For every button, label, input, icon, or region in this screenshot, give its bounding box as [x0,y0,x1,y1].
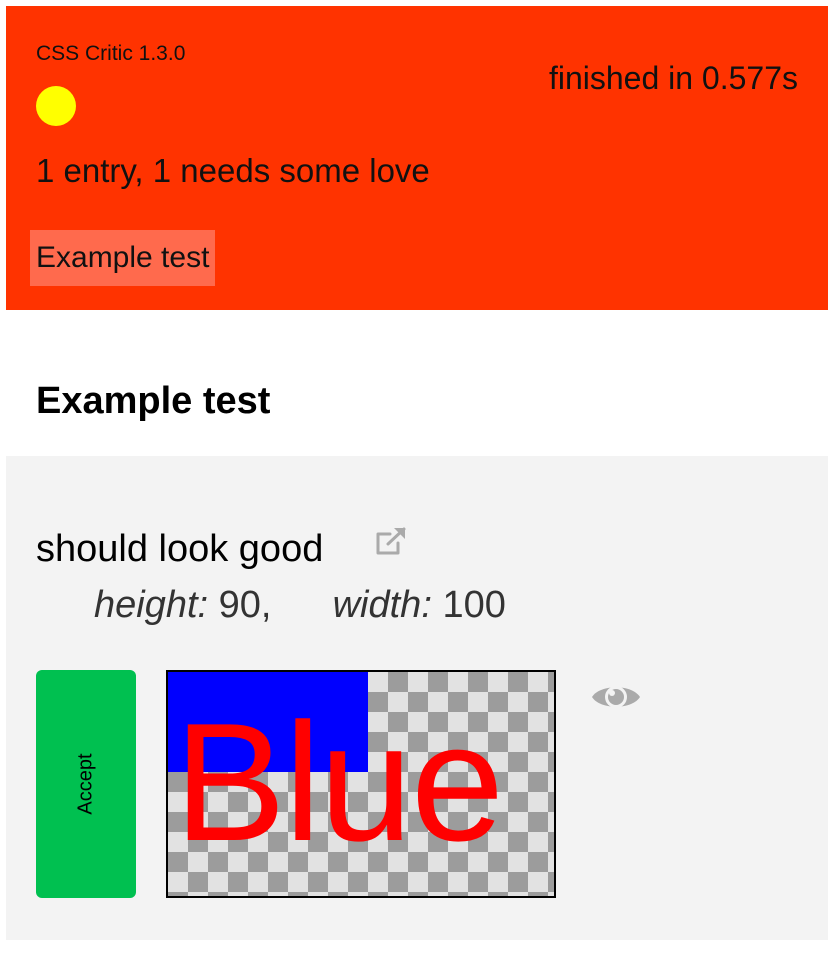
app-title: CSS Critic 1.3.0 [36,42,186,65]
eye-icon[interactable] [590,680,642,714]
external-link-icon[interactable] [374,526,408,556]
test-panel: should look good height: 90, width: 100 … [6,456,828,940]
entry-link-example-test[interactable]: Example test [30,230,216,286]
accept-button[interactable]: Accept [36,670,136,898]
section-title: Example test [36,380,271,422]
render-text: Blue [174,688,504,876]
results-header: CSS Critic 1.3.0 finished in 0.577s 1 en… [6,6,828,310]
width-label: width: [332,584,432,626]
height-label: height: [94,584,209,626]
finished-time: finished in 0.577s [548,60,798,96]
height-value: 90, [218,584,272,626]
dimensions: height: 90, width: 100 [94,584,506,627]
summary-text: 1 entry, 1 needs some love [36,152,430,189]
width-value: 100 [442,584,506,626]
accept-label: Accept [74,753,97,815]
status-indicator [36,86,76,126]
test-name: should look good [36,528,324,570]
rendered-page-image: Blue [166,670,556,898]
